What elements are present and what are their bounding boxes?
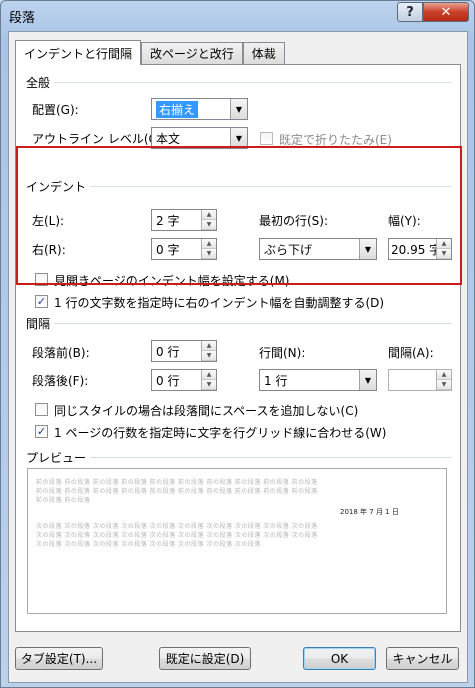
no-space-label: 同じスタイルの場合は段落間にスペースを追加しない(C) [54,404,359,418]
no-space-checkbox[interactable] [35,403,48,416]
tabs-button[interactable]: タブ設定(T)... [15,647,103,670]
checkmark-icon: ✓ [36,425,47,438]
auto-adjust-checkbox[interactable]: ✓ [35,295,48,308]
tab-typography[interactable]: 体裁 [242,42,285,64]
space-before-label: 段落前(B): [32,346,90,360]
dropdown-arrow-icon[interactable]: ▼ [230,128,247,148]
spin-up-icon[interactable]: ▲ [202,341,216,351]
preview-next-line: 次の段落 次の段落 次の段落 次の段落 次の段落 次の段落 次の段落 次の段落 [36,541,261,548]
line-spacing-value: 1 行 [264,373,288,388]
preview-date-text: 2018 年 7 月 1 日 [340,508,399,516]
spin-down-icon[interactable]: ▼ [202,351,216,361]
tab-indent-spacing[interactable]: インデントと行間隔 [15,40,142,65]
general-heading: 全般 [26,74,55,91]
preview-prev-line: 前の段落 前の段落 [36,497,91,504]
collapse-checkbox[interactable] [260,132,273,145]
general-divider [26,82,452,83]
spin-down-icon[interactable]: ▼ [202,380,216,390]
space-before-value: 0 行 [156,344,180,359]
snap-grid-checkbox[interactable]: ✓ [35,425,48,438]
cancel-button[interactable]: キャンセル [386,647,459,670]
close-button[interactable]: ✕ [423,2,469,22]
dropdown-arrow-icon[interactable]: ▼ [230,99,247,119]
dialog-body: インデントと行間隔 改ページと改行 体裁 全般 配置(G): 右揃え ▼ アウト… [8,31,468,683]
checkmark-icon: ✓ [36,295,47,308]
dropdown-arrow-icon[interactable]: ▼ [359,370,376,390]
line-spacing-select[interactable]: 1 行 ▼ [259,369,377,391]
spin-down-icon[interactable]: ▼ [437,380,451,390]
spin-up-icon[interactable]: ▲ [437,370,451,380]
outline-level-label: アウトライン レベル(O): [32,132,167,146]
set-default-button[interactable]: 既定に設定(D) [159,647,251,670]
preview-prev-line: 前の段落 前の段落 前の段落 前の段落 前の段落 前の段落 前の段落 前の段落 … [36,488,318,495]
space-after-spinner[interactable]: 0 行 ▲ ▼ [151,369,217,391]
alignment-value: 右揃え [156,100,199,118]
space-after-label: 段落後(F): [32,374,89,388]
spacing-at-spinner[interactable]: ▲ ▼ [388,369,452,391]
dialog-title: 段落 [9,11,36,26]
space-after-value: 0 行 [156,373,180,388]
title-bar[interactable]: 段落 ? ✕ [1,1,474,29]
preview-pane: 前の段落 前の段落 前の段落 前の段落 前の段落 前の段落 前の段落 前の段落 … [27,468,447,614]
space-before-spinner[interactable]: 0 行 ▲ ▼ [151,340,217,362]
tab-line-page-breaks[interactable]: 改ページと改行 [141,42,243,64]
preview-heading: プレビュー [26,449,91,466]
tab-strip: インデントと行間隔 改ページと改行 体裁 [15,40,285,65]
snap-grid-label: 1 ページの行数を指定時に文字を行グリッド線に合わせる(W) [54,426,387,440]
help-button[interactable]: ? [397,2,423,22]
auto-adjust-label: 1 行の文字数を指定時に右のインデント幅を自動調整する(D) [54,296,385,310]
indent-highlight-box [16,146,462,285]
spacing-divider [26,323,452,324]
preview-next-line: 次の段落 次の段落 次の段落 次の段落 次の段落 次の段落 次の段落 次の段落 … [36,523,318,530]
alignment-select[interactable]: 右揃え ▼ [151,98,248,120]
paragraph-dialog: 段落 ? ✕ インデントと行間隔 改ページと改行 体裁 全般 配置(G): 右揃… [0,0,475,688]
preview-prev-line: 前の段落 前の段落 前の段落 前の段落 前の段落 前の段落 前の段落 前の段落 … [36,479,318,486]
ok-button[interactable]: OK [303,647,376,670]
outline-level-value: 本文 [156,131,181,146]
spacing-at-label: 間隔(A): [388,346,434,360]
spacing-heading: 間隔 [26,315,55,332]
preview-next-line: 次の段落 次の段落 次の段落 次の段落 次の段落 次の段落 次の段落 次の段落 … [36,532,318,539]
line-spacing-label: 行間(N): [259,346,306,360]
spin-up-icon[interactable]: ▲ [202,370,216,380]
alignment-label: 配置(G): [32,103,79,117]
